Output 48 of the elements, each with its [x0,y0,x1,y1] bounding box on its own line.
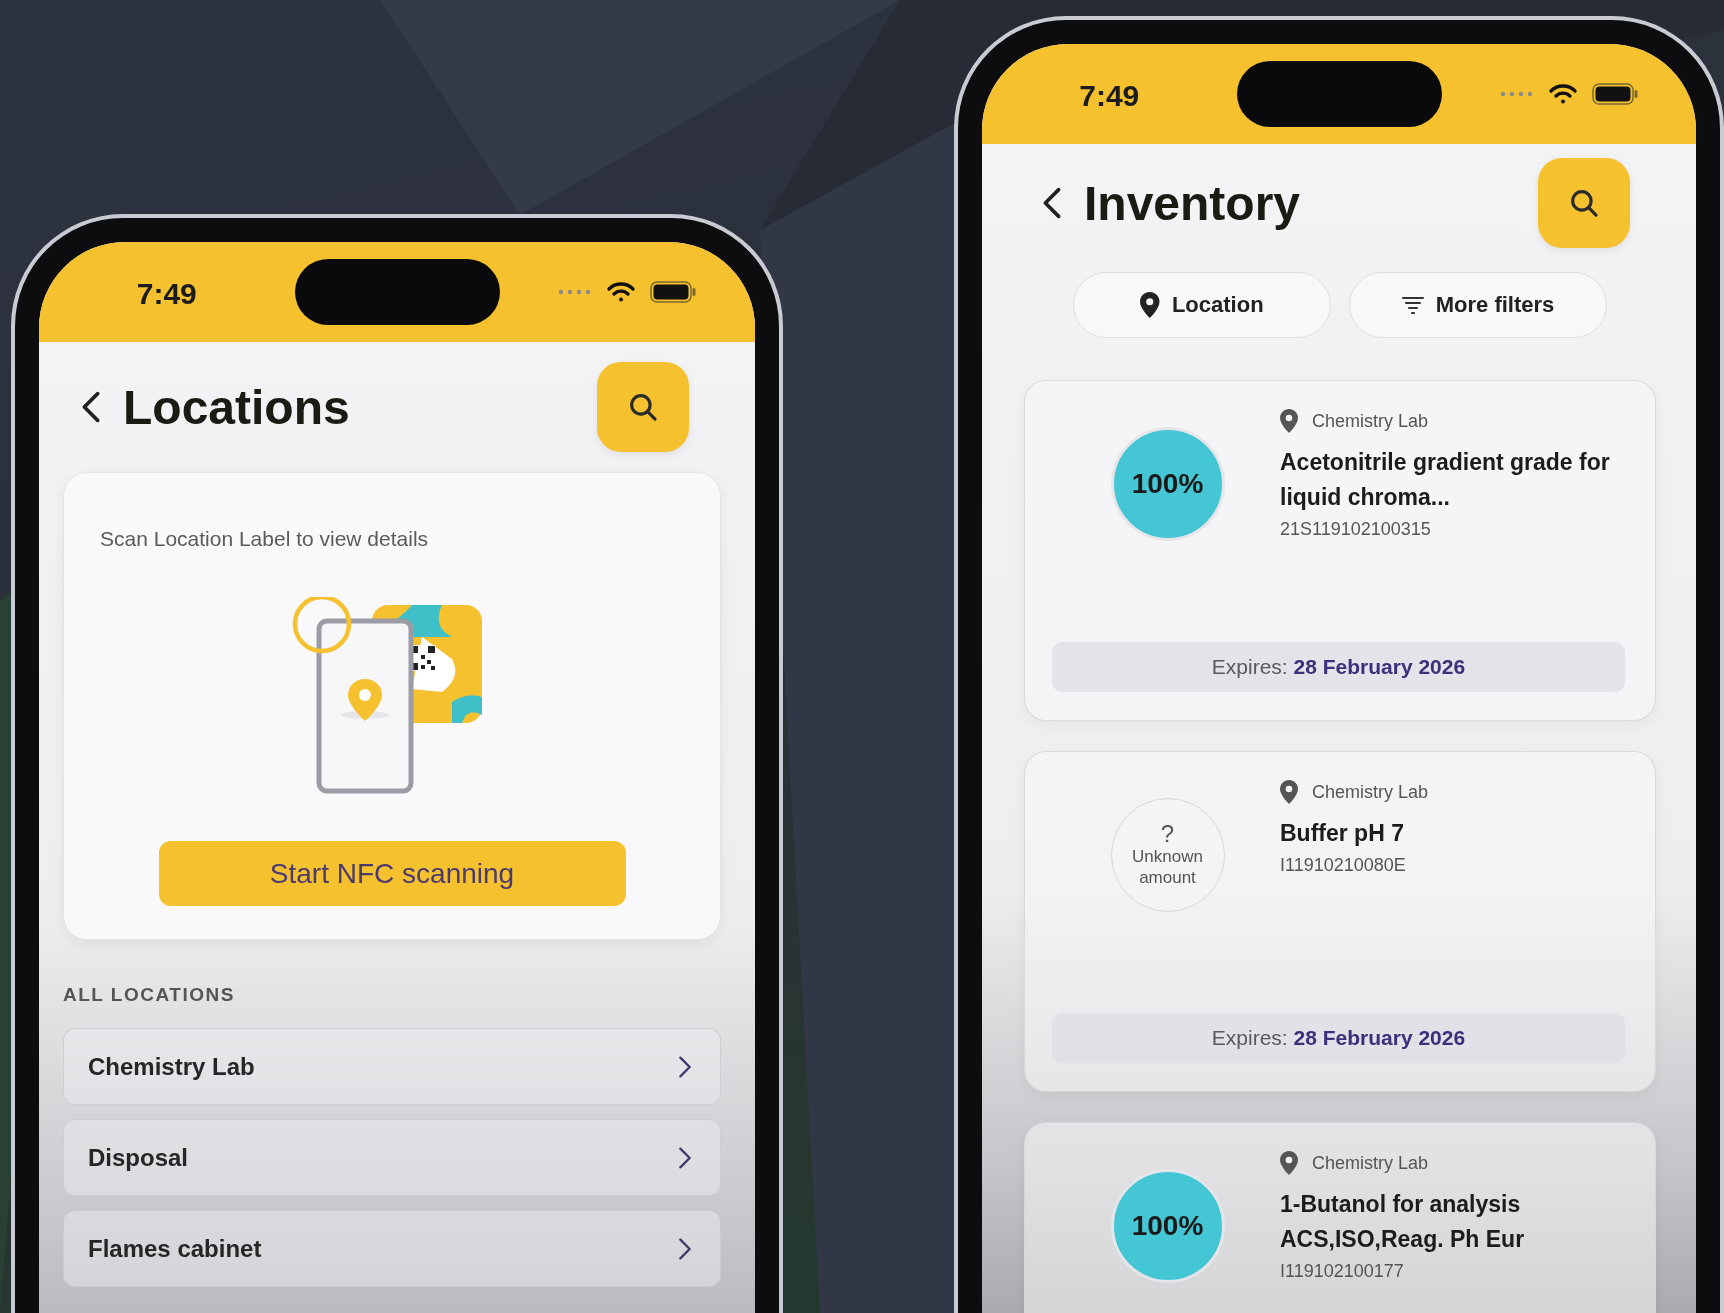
amount-percent: 100% [1131,468,1204,500]
location-row[interactable]: Flames cabinet [63,1210,721,1287]
section-heading: ALL LOCATIONS [63,984,236,1006]
expiry-text: Expires: 28 February 2026 [1211,655,1466,679]
location-name: Chemistry Lab [1312,1152,1429,1174]
wifi-icon [1547,83,1578,105]
status-time: 7:49 [1079,79,1140,113]
page-title: Inventory [1084,175,1301,231]
location-name: Chemistry Lab [1312,410,1429,432]
signal-dots-icon [1499,91,1534,97]
location-pin-icon [1280,780,1298,804]
item-name: Acetonitrile gradient grade for liquid chroma... [1280,448,1611,512]
chevron-icon [678,1236,692,1261]
item-code: I119102100177 [1280,1261,1405,1282]
inventory-card[interactable]: 100% Chemistry Lab 1-Butanol for analysis ACS,ISO,Reag. Ph Eur I119102100177 [1024,1122,1656,1313]
search-button[interactable] [1538,158,1630,248]
filter-button[interactable]: More filters [1349,272,1607,338]
wifi-icon [606,281,637,303]
location-pin-icon [1280,409,1298,433]
status-time: 7:49 [136,277,197,311]
filter-button[interactable]: Location [1073,272,1331,338]
expiry-text: Expires: 28 February 2026 [1211,1026,1466,1050]
page-title: Locations [123,379,350,435]
item-name: 1-Butanol for analysis ACS,ISO,Reag. Ph Eur [1280,1190,1526,1254]
unknown-mark: ? [1160,822,1175,846]
amount-label: Unknown amount [1131,846,1204,888]
item-name: Buffer pH 7 [1280,819,1405,848]
location-name: Chemistry Lab [1312,781,1429,803]
chevron-icon [81,390,101,424]
inventory-card[interactable]: 100% Chemistry Lab Acetonitrile gradient grade for liquid chroma... 21S119102100315 Expires: 28 February 2026 [1024,380,1656,721]
battery-icon [650,281,697,303]
chevron-icon [678,1145,692,1170]
search-button[interactable] [597,362,689,452]
signal-dots-icon [558,289,593,295]
item-code: 21S119102100315 [1280,519,1432,540]
location-row[interactable]: Disposal [63,1119,721,1196]
scan-prompt: Scan Location Label to view details [100,527,429,551]
location-pin-icon [1280,1151,1298,1175]
chevron-icon [1042,186,1062,220]
battery-icon [1591,83,1638,105]
amount-percent: 100% [1131,1210,1204,1242]
filter-icon [1401,295,1424,315]
inventory-card[interactable]: ? Unknown amount Chemistry Lab Buffer pH 7 I11910210080E Expires: 28 February 2026 [1024,751,1656,1092]
location-row[interactable]: Chemistry Lab [63,1028,721,1105]
item-code: I11910210080E [1280,855,1407,876]
location-pin-icon [1140,292,1160,318]
chevron-icon [678,1054,692,1079]
start-scan-button[interactable]: Start NFC scanning [158,841,626,906]
